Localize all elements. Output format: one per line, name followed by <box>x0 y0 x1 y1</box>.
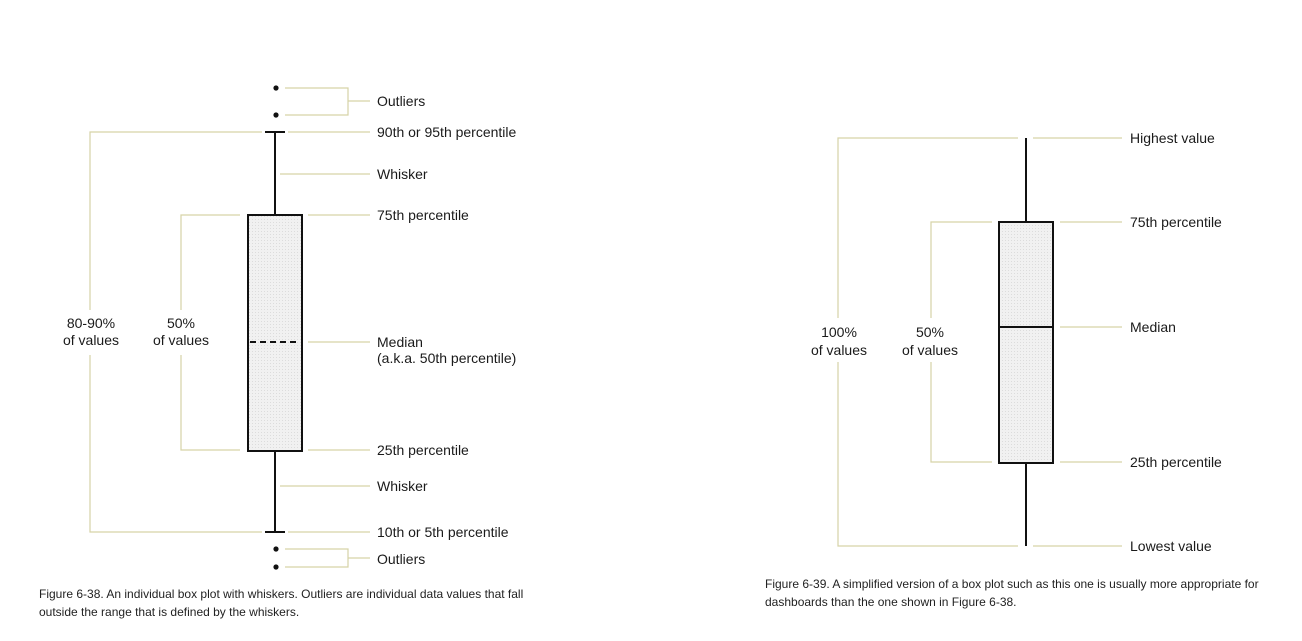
fig1-inner-bracket-sublabel: of values <box>153 332 209 348</box>
fig2-leader-lines <box>837 137 1122 547</box>
fig2-label-median: Median <box>1130 319 1176 335</box>
fig2-label-highest: Highest value <box>1130 130 1215 146</box>
fig1-box <box>247 214 303 452</box>
fig2-outer-bracket-label: 100% <box>821 324 857 340</box>
fig2-inner-bracket-label: 50% <box>916 324 944 340</box>
fig2-label-lowest: Lowest value <box>1130 538 1212 554</box>
fig1-label-whisker-bottom: Whisker <box>377 478 428 494</box>
fig1-label-q3: 75th percentile <box>377 207 469 223</box>
fig1-outlier-dot <box>273 85 279 91</box>
fig1-outlier-dot <box>273 112 279 118</box>
figure-6-38: Outliers 90th or 95th percentile Whisker… <box>63 85 517 570</box>
fig1-outlier-dot <box>273 564 279 570</box>
box-plot-diagrams: Outliers 90th or 95th percentile Whisker… <box>63 85 1222 570</box>
fig2-outer-bracket-sublabel: of values <box>811 342 867 358</box>
fig1-outer-bracket-sublabel: of values <box>63 332 119 348</box>
fig2-box-plot <box>998 138 1054 546</box>
fig1-label-outliers-top: Outliers <box>377 93 425 109</box>
fig1-label-median: Median <box>377 334 423 350</box>
figure-6-38-caption: Figure 6-38. An individual box plot with… <box>39 587 524 619</box>
figure-6-39: Highest value 75th percentile Median 25t… <box>811 130 1222 554</box>
fig1-inner-bracket-label: 50% <box>167 315 195 331</box>
fig1-label-whisker-top: Whisker <box>377 166 428 182</box>
fig1-label-median-note: (a.k.a. 50th percentile) <box>377 350 516 366</box>
fig2-box <box>998 221 1054 464</box>
fig1-label-upper-percentile: 90th or 95th percentile <box>377 124 517 140</box>
figure-6-39-caption: Figure 6-39. A simplified version of a b… <box>765 577 1259 609</box>
fig1-leader-lines <box>89 87 370 568</box>
fig2-label-q1: 25th percentile <box>1130 454 1222 470</box>
fig1-outer-bracket-label: 80-90% <box>67 315 115 331</box>
fig1-label-outliers-bottom: Outliers <box>377 551 425 567</box>
fig1-label-lower-percentile: 10th or 5th percentile <box>377 524 509 540</box>
fig1-outlier-dot <box>273 546 279 552</box>
fig1-box-plot <box>247 131 303 533</box>
fig1-label-q1: 25th percentile <box>377 442 469 458</box>
fig2-label-q3: 75th percentile <box>1130 214 1222 230</box>
fig2-inner-bracket-sublabel: of values <box>902 342 958 358</box>
